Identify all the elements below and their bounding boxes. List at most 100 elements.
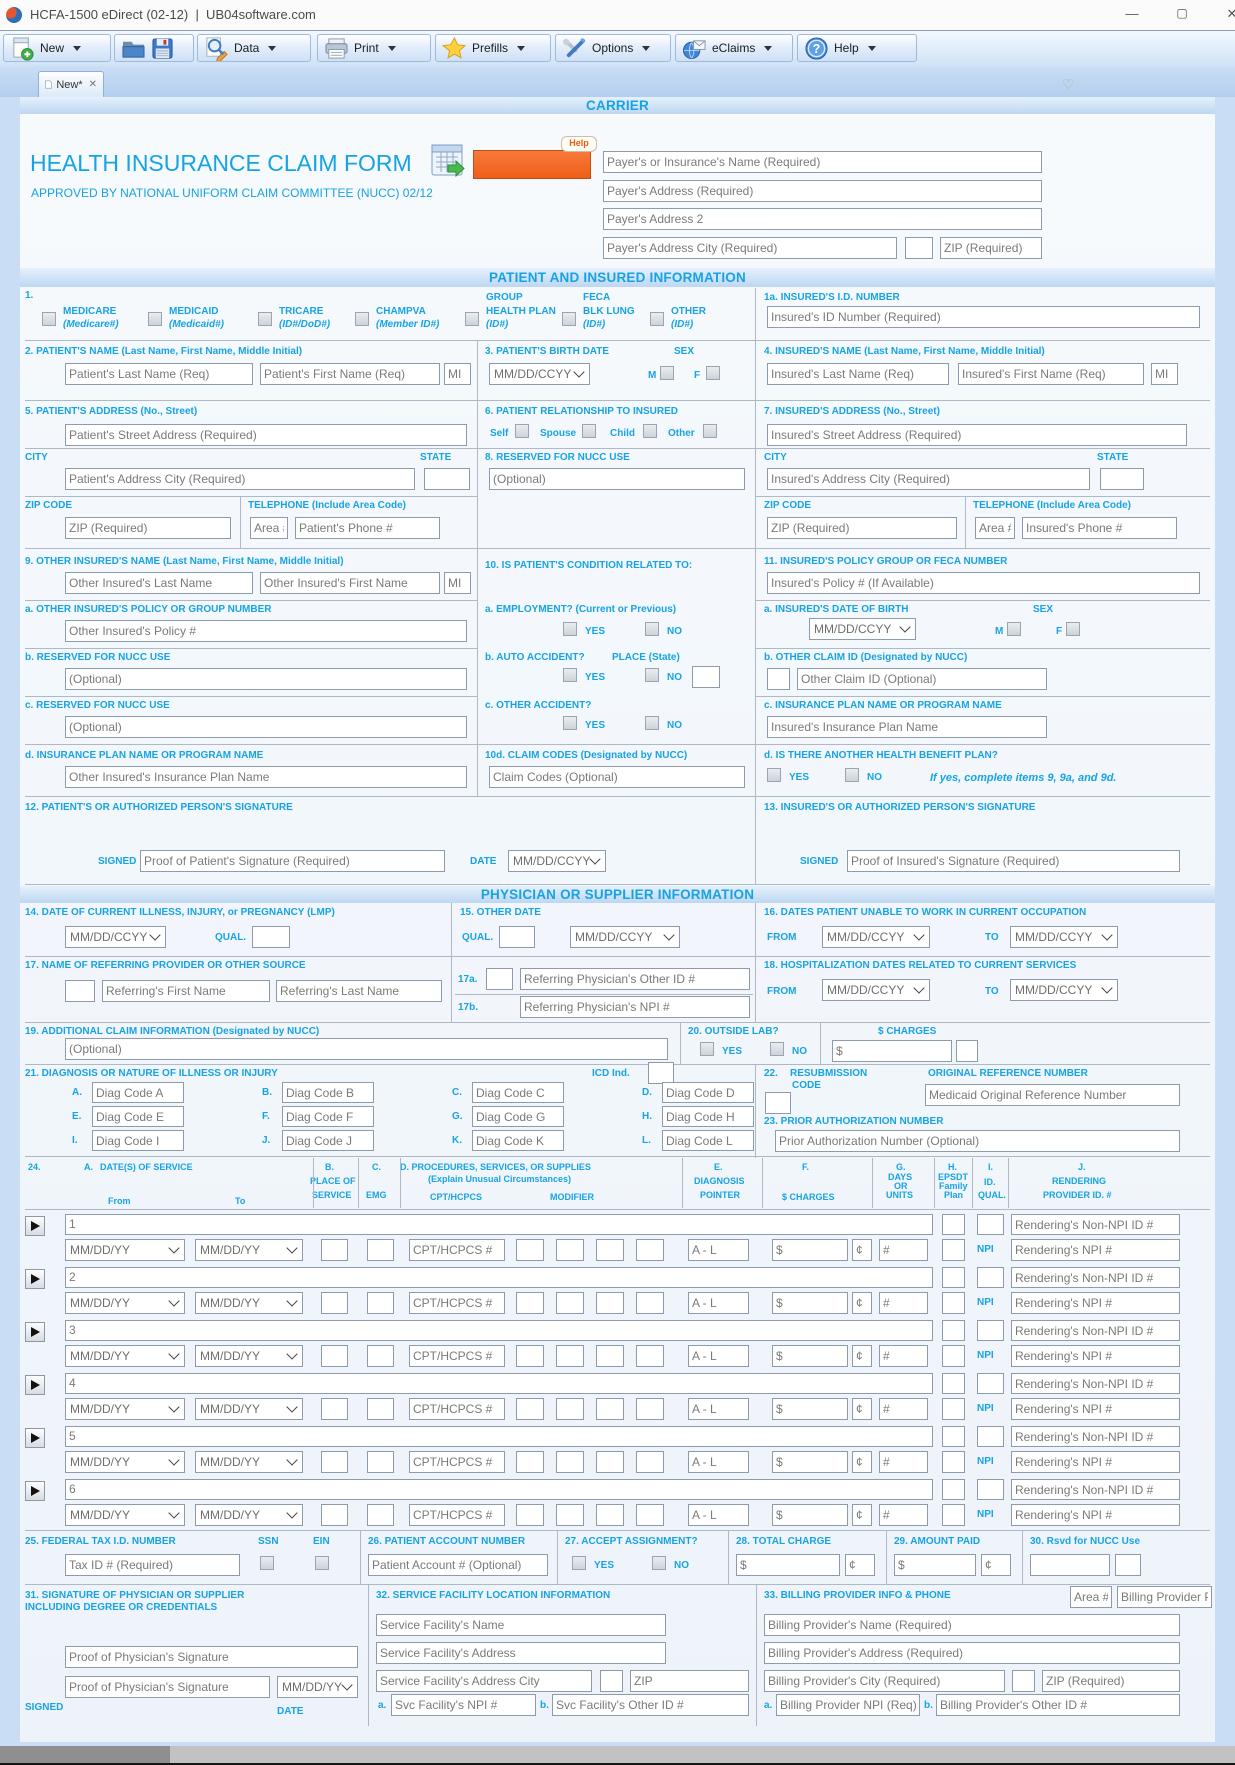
service-line-number-field[interactable]: 4: [65, 1373, 933, 1394]
service-line-select-button[interactable]: [25, 1322, 45, 1342]
insured-sex-m-checkbox[interactable]: [1007, 622, 1021, 636]
diag-code-field[interactable]: [282, 1130, 374, 1151]
modifier2-field[interactable]: [556, 1292, 584, 1314]
payer-address2-field[interactable]: [603, 208, 1042, 230]
outside-lab-cents-field[interactable]: [956, 1040, 978, 1062]
days-units-field[interactable]: [879, 1504, 928, 1526]
modifier4-field[interactable]: [636, 1345, 664, 1367]
close-button[interactable]: ✕: [1218, 6, 1235, 22]
accident-state-field[interactable]: [692, 666, 720, 688]
insured-mi-field[interactable]: [1151, 363, 1178, 385]
charges-dollar-field[interactable]: [772, 1451, 848, 1473]
plan-checkbox-blk-lung[interactable]: [562, 312, 576, 326]
accept-assignment-yes-checkbox[interactable]: [572, 1556, 586, 1570]
rendering-npi-field[interactable]: [1011, 1292, 1180, 1314]
unable-work-to-select[interactable]: MM/DD/CCYY: [1010, 926, 1118, 948]
patient-birthdate-select[interactable]: MM/DD/CCYY: [489, 363, 590, 385]
cpt-hcpcs-field[interactable]: [409, 1451, 505, 1473]
epsdt-plan-field[interactable]: [942, 1292, 965, 1314]
other-insured-mi-field[interactable]: [444, 572, 471, 594]
service-to-date-select[interactable]: MM/DD/YY: [195, 1239, 303, 1261]
patient-phone-field[interactable]: [295, 517, 440, 539]
save-icon[interactable]: [151, 37, 174, 60]
referring-other-id-qual-field[interactable]: [486, 968, 513, 990]
service-line-number-field[interactable]: 5: [65, 1426, 933, 1447]
emg-field[interactable]: [367, 1398, 394, 1420]
physician-signature-field2[interactable]: [65, 1676, 270, 1698]
epsdt-field[interactable]: [942, 1320, 965, 1341]
insured-last-name-field[interactable]: [767, 363, 949, 385]
auto-accident-yes-checkbox[interactable]: [563, 668, 577, 682]
cpt-hcpcs-field[interactable]: [409, 1398, 505, 1420]
billing-name-field[interactable]: [764, 1614, 1180, 1636]
horizontal-scrollbar[interactable]: [0, 1746, 1235, 1763]
emg-field[interactable]: [367, 1239, 394, 1261]
insured-phone-field[interactable]: [1022, 517, 1177, 539]
prior-auth-field[interactable]: [775, 1130, 1180, 1152]
plan-checkbox-medicare[interactable]: [42, 312, 56, 326]
diagnosis-pointer-field[interactable]: [688, 1239, 749, 1261]
emg-field[interactable]: [367, 1504, 394, 1526]
payer-zip-field[interactable]: [940, 237, 1042, 259]
epsdt-plan-field[interactable]: [942, 1398, 965, 1420]
plan-checkbox-medicaid[interactable]: [148, 312, 162, 326]
billing-city-field[interactable]: [764, 1670, 1005, 1692]
billing-address-field[interactable]: [764, 1642, 1180, 1664]
days-units-field[interactable]: [879, 1398, 928, 1420]
cpt-hcpcs-field[interactable]: [409, 1239, 505, 1261]
charges-cent-field[interactable]: [852, 1292, 872, 1314]
original-ref-field[interactable]: [925, 1084, 1180, 1106]
claim-codes-field[interactable]: [489, 766, 745, 788]
modifier2-field[interactable]: [556, 1398, 584, 1420]
id-qual-field[interactable]: [977, 1320, 1004, 1341]
service-from-date-select[interactable]: MM/DD/YY: [65, 1239, 185, 1261]
box15-qual-field[interactable]: [499, 926, 535, 948]
patient-account-field[interactable]: [368, 1554, 548, 1576]
diag-code-field[interactable]: [472, 1130, 564, 1151]
charges-cent-field[interactable]: [852, 1345, 872, 1367]
service-to-date-select[interactable]: MM/DD/YY: [195, 1398, 303, 1420]
charges-dollar-field[interactable]: [772, 1398, 848, 1420]
diagnosis-pointer-field[interactable]: [688, 1451, 749, 1473]
emg-field[interactable]: [367, 1451, 394, 1473]
referring-qualifier-field[interactable]: [65, 980, 95, 1002]
billing-area-code-field[interactable]: [1070, 1586, 1112, 1608]
physician-sig-date-select[interactable]: MM/DD/YY: [277, 1676, 358, 1698]
billing-npi-field[interactable]: [776, 1694, 920, 1716]
modifier3-field[interactable]: [596, 1292, 624, 1314]
service-from-date-select[interactable]: MM/DD/YY: [65, 1345, 185, 1367]
modifier3-field[interactable]: [596, 1398, 624, 1420]
id-qual-field[interactable]: [977, 1267, 1004, 1288]
patient-sex-f-checkbox[interactable]: [706, 366, 720, 380]
plan-checkbox-tricare[interactable]: [258, 312, 272, 326]
patient-area-code-field[interactable]: [250, 517, 288, 539]
total-charge-cent-field[interactable]: [845, 1554, 875, 1576]
new-button[interactable]: New: [3, 34, 111, 62]
charges-cent-field[interactable]: [852, 1504, 872, 1526]
calendar-export-icon[interactable]: [431, 142, 465, 178]
place-of-service-field[interactable]: [321, 1345, 348, 1367]
modifier3-field[interactable]: [596, 1239, 624, 1261]
other-accident-yes-checkbox[interactable]: [563, 716, 577, 730]
facility-state-field[interactable]: [600, 1670, 623, 1692]
insured-street-field[interactable]: [767, 424, 1187, 446]
new-dropdown-arrow[interactable]: [73, 46, 81, 51]
modifier4-field[interactable]: [636, 1398, 664, 1420]
another-plan-yes-checkbox[interactable]: [767, 768, 781, 782]
place-of-service-field[interactable]: [321, 1504, 348, 1526]
epsdt-plan-field[interactable]: [942, 1345, 965, 1367]
diag-code-field[interactable]: [472, 1082, 564, 1103]
patient-state-field[interactable]: [424, 468, 470, 490]
referring-first-name-field[interactable]: [102, 980, 270, 1002]
icd-indicator-field[interactable]: [648, 1062, 674, 1084]
patient-zip-field[interactable]: [65, 517, 231, 539]
box9c-field[interactable]: [65, 716, 467, 738]
rel-spouse-checkbox[interactable]: [582, 424, 596, 438]
prefills-dropdown-arrow[interactable]: [517, 46, 525, 51]
epsdt-field[interactable]: [942, 1214, 965, 1235]
rendering-non-npi-field[interactable]: [1011, 1426, 1180, 1447]
service-line-number-field[interactable]: 3: [65, 1320, 933, 1341]
patient-last-name-field[interactable]: [65, 363, 253, 385]
service-to-date-select[interactable]: MM/DD/YY: [195, 1504, 303, 1526]
diag-code-field[interactable]: [282, 1082, 374, 1103]
